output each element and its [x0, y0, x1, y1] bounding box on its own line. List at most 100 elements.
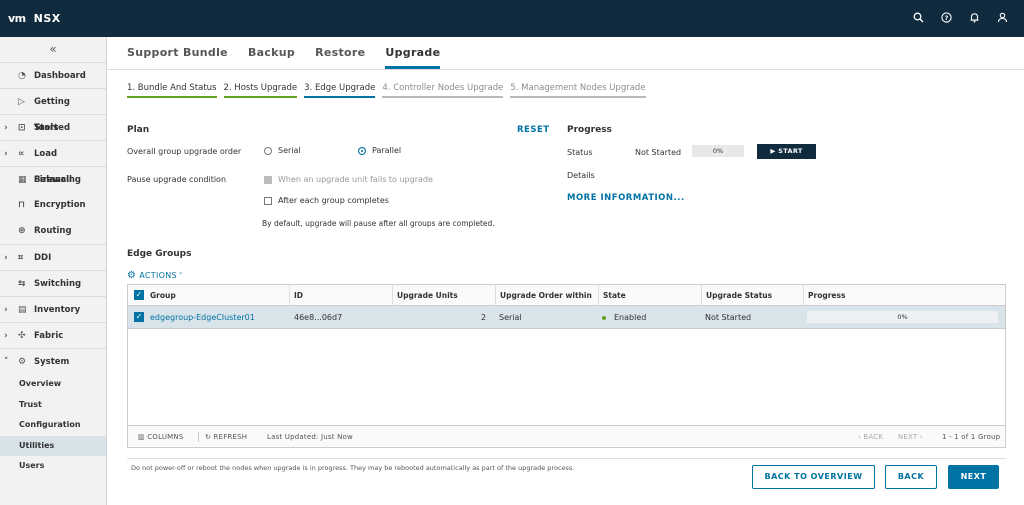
step-controller-nodes-upgrade: 4. Controller Nodes Upgrade	[382, 83, 504, 98]
step-management-nodes-upgrade: 5. Management Nodes Upgrade	[510, 83, 646, 98]
sidebar-subitem-trust[interactable]: Trust	[0, 395, 106, 416]
help-icon[interactable]: ?	[932, 11, 960, 26]
tab-backup[interactable]: Backup	[248, 37, 295, 69]
sidebar-subitem-configuration[interactable]: Configuration	[0, 415, 106, 436]
fabric-icon: ✣	[18, 331, 26, 341]
collapse-sidebar-button[interactable]: «	[0, 37, 106, 62]
start-button[interactable]: ▶ START	[757, 144, 816, 159]
actions-menu-button[interactable]: ⚙ ACTIONS ˅	[127, 270, 183, 281]
refresh-button[interactable]: ↻ REFRESH	[205, 426, 247, 448]
sidebar-item-label: DDI	[34, 253, 52, 263]
row-progress-bar: 0%	[807, 311, 998, 323]
col-header-group[interactable]: Group	[146, 285, 286, 306]
col-header-upgrade-units[interactable]: Upgrade Units	[392, 285, 492, 306]
sidebar-item-getting-started[interactable]: ▷ Getting Started	[0, 88, 106, 133]
sidebar-item-label: Routing	[34, 226, 72, 236]
columns-button[interactable]: ▥ COLUMNS	[138, 426, 183, 448]
pause-after-group-checkbox[interactable]: After each group completes	[264, 196, 389, 205]
radio-button-icon	[264, 146, 272, 155]
search-icon[interactable]	[904, 12, 932, 26]
sidebar-item-routing[interactable]: ⊛ Routing	[0, 218, 106, 244]
main-content: Support Bundle Backup Restore Upgrade 1.…	[107, 37, 1024, 505]
upgrade-warning-note: Do not power-off or reboot the nodes whe…	[131, 464, 575, 472]
sidebar-item-load-balancing[interactable]: › ∝ Load Balancing	[0, 140, 106, 185]
status-label: Status	[567, 148, 593, 157]
sidebar-item-label: Encryption	[34, 200, 86, 210]
sidebar-item-dashboard[interactable]: ◔ Dashboard	[0, 62, 106, 88]
sidebar-item-fabric[interactable]: › ✣ Fabric	[0, 322, 106, 348]
routing-icon: ⊛	[18, 226, 26, 236]
col-header-upgrade-status[interactable]: Upgrade Status	[701, 285, 801, 306]
table-row[interactable]: ✓ edgegroup-EdgeCluster01 46e8...06d7 2 …	[128, 306, 1005, 329]
chevron-down-icon: ˅	[178, 271, 183, 280]
next-button[interactable]: NEXT	[948, 465, 999, 489]
columns-label: COLUMNS	[147, 433, 184, 441]
step-bundle-and-status[interactable]: 1. Bundle And Status	[127, 83, 217, 98]
select-all-checkbox[interactable]: ✓	[134, 290, 144, 300]
tab-upgrade[interactable]: Upgrade	[385, 37, 441, 69]
sidebar: « ◔ Dashboard ▷ Getting Started › ⊡ Tool…	[0, 37, 107, 505]
vmware-logo: vm NSX	[8, 12, 61, 25]
sidebar-item-label: Tools	[34, 123, 59, 133]
reset-link[interactable]: RESET	[517, 125, 550, 135]
sidebar-item-firewall[interactable]: ▦ Firewall	[0, 166, 106, 192]
bell-icon[interactable]	[960, 12, 988, 26]
app-name: NSX	[33, 12, 61, 25]
sidebar-subitem-overview[interactable]: Overview	[0, 374, 106, 395]
load-balancer-icon: ∝	[18, 149, 25, 159]
col-header-progress[interactable]: Progress	[803, 285, 1003, 306]
chevron-right-icon: ›	[4, 253, 8, 263]
next-page-button[interactable]: NEXT ›	[898, 426, 923, 448]
gear-icon: ⚙	[18, 357, 27, 367]
chevron-right-icon: ›	[4, 305, 8, 315]
cell-state: Enabled	[602, 306, 646, 329]
status-dot-icon	[602, 315, 606, 320]
refresh-label: REFRESH	[213, 433, 248, 441]
plan-title: Plan	[127, 125, 150, 135]
actions-label: ACTIONS	[139, 271, 177, 280]
user-icon[interactable]	[988, 12, 1016, 26]
back-to-overview-button[interactable]: BACK TO OVERVIEW	[752, 465, 875, 489]
pause-after-group-label: After each group completes	[278, 196, 389, 205]
checkbox-icon	[264, 196, 272, 205]
tab-restore[interactable]: Restore	[315, 37, 365, 69]
cell-upgrade-order: Serial	[499, 313, 522, 322]
sidebar-item-ddi[interactable]: › ⌗ DDI	[0, 244, 106, 270]
more-information-link[interactable]: MORE INFORMATION...	[567, 193, 685, 203]
parallel-radio[interactable]: Parallel	[358, 146, 401, 155]
dashboard-icon: ◔	[18, 71, 26, 81]
lock-icon: ⊓	[18, 200, 26, 210]
sidebar-item-tools[interactable]: › ⊡ Tools	[0, 114, 106, 140]
tab-support-bundle[interactable]: Support Bundle	[127, 37, 228, 69]
checkbox-icon	[264, 175, 272, 184]
refresh-icon: ↻	[205, 433, 212, 441]
step-edge-upgrade[interactable]: 3. Edge Upgrade	[304, 83, 376, 98]
back-button[interactable]: BACK	[885, 465, 937, 489]
sidebar-item-inventory[interactable]: › ▤ Inventory	[0, 296, 106, 322]
sidebar-item-encryption[interactable]: ⊓ Encryption	[0, 192, 106, 218]
status-value: Not Started	[635, 148, 682, 157]
serial-radio[interactable]: Serial	[264, 146, 301, 155]
prev-page-button[interactable]: ‹ BACK	[858, 426, 883, 448]
sidebar-item-system[interactable]: ˅ ⚙ System	[0, 348, 106, 374]
serial-label: Serial	[278, 146, 301, 155]
top-header: vm NSX ?	[0, 0, 1024, 37]
step-hosts-upgrade[interactable]: 2. Hosts Upgrade	[223, 83, 298, 98]
details-label: Details	[567, 171, 595, 180]
last-updated-text: Last Updated: Just Now	[267, 433, 353, 441]
col-header-upgrade-order[interactable]: Upgrade Order within Gr	[495, 285, 595, 306]
col-header-id[interactable]: ID	[289, 285, 389, 306]
grid-footer: ▥ COLUMNS ↻ REFRESH Last Updated: Just N…	[128, 425, 1005, 447]
group-name-link[interactable]: edgegroup-EdgeCluster01	[150, 306, 255, 329]
sidebar-subitem-utilities[interactable]: Utilities	[0, 435, 106, 456]
columns-icon: ▥	[138, 433, 145, 441]
pause-label: Pause upgrade condition	[127, 175, 227, 184]
sidebar-item-switching[interactable]: ⇆ Switching	[0, 270, 106, 296]
cell-id: 46e8...06d7	[294, 313, 343, 322]
firewall-icon: ▦	[18, 175, 27, 185]
sidebar-subitem-users[interactable]: Users	[0, 456, 106, 477]
col-header-state[interactable]: State	[598, 285, 698, 306]
row-checkbox[interactable]: ✓	[134, 312, 144, 322]
parallel-label: Parallel	[372, 146, 402, 155]
edge-groups-grid: ✓ Group ID Upgrade Units Upgrade Order w…	[127, 284, 1006, 448]
